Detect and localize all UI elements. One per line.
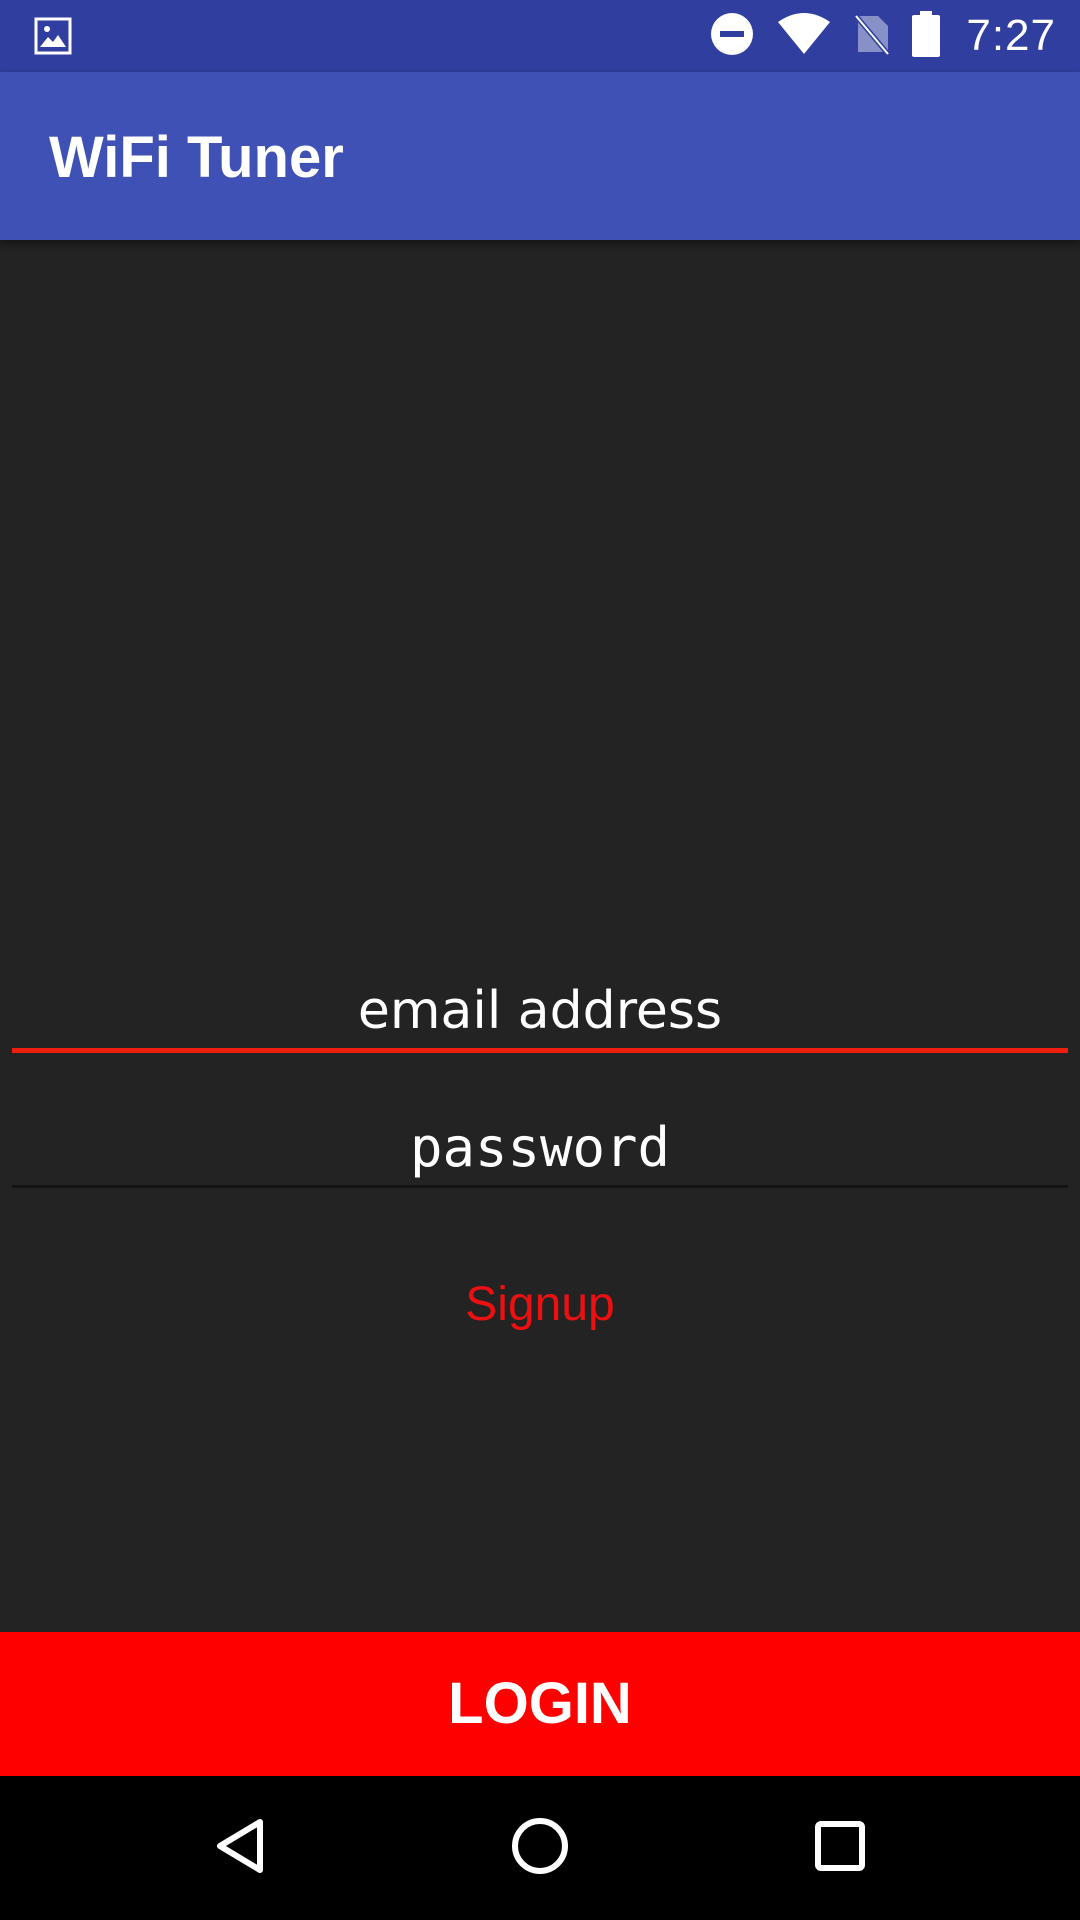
back-icon bbox=[212, 1816, 268, 1881]
recents-button[interactable] bbox=[780, 1776, 900, 1920]
do-not-disturb-icon bbox=[710, 12, 754, 61]
no-sim-icon bbox=[854, 12, 891, 61]
recents-icon bbox=[813, 1819, 867, 1878]
status-time: 7:27 bbox=[966, 11, 1056, 60]
app-title: WiFi Tuner bbox=[49, 125, 344, 190]
email-field-underline bbox=[12, 1048, 1068, 1053]
battery-icon bbox=[912, 10, 941, 62]
status-icons: 7:27 bbox=[688, 0, 1056, 72]
wifi-icon bbox=[776, 12, 832, 61]
signup-link[interactable]: Signup bbox=[0, 1270, 1080, 1340]
image-notification-icon bbox=[34, 17, 72, 55]
login-button[interactable]: LOGIN bbox=[0, 1632, 1080, 1776]
status-bar: 7:27 bbox=[0, 0, 1080, 72]
home-button[interactable] bbox=[480, 1776, 600, 1920]
app-bar: WiFi Tuner bbox=[0, 72, 1080, 240]
email-field[interactable]: email address bbox=[12, 968, 1068, 1054]
password-field-underline bbox=[12, 1185, 1068, 1188]
back-button[interactable] bbox=[180, 1776, 300, 1920]
home-icon bbox=[510, 1816, 570, 1881]
login-screen: 7:27 WiFi Tuner email address password S… bbox=[0, 0, 1080, 1920]
password-field[interactable]: password bbox=[12, 1108, 1068, 1188]
navigation-bar bbox=[0, 1776, 1080, 1920]
